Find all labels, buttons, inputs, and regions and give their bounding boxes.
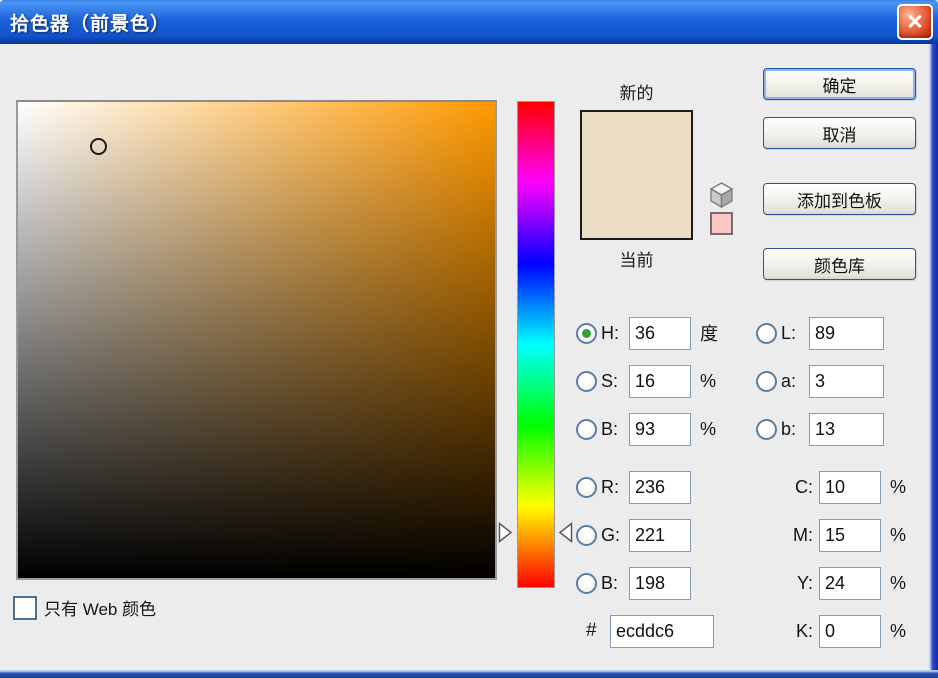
hex-prefix: #: [586, 620, 597, 641]
web-colors-only-label: 只有 Web 颜色: [44, 600, 157, 619]
field-row-g: G:: [576, 517, 691, 553]
b2-input[interactable]: [629, 566, 691, 600]
h-input[interactable]: [629, 316, 691, 350]
r-radio[interactable]: [576, 476, 597, 498]
b-input[interactable]: [629, 412, 691, 446]
c-label: C:: [795, 476, 813, 497]
hue-slider-right-arrow-icon[interactable]: [558, 522, 573, 543]
r-input[interactable]: [629, 470, 691, 504]
h-radio[interactable]: [576, 322, 597, 344]
h-unit: 度: [700, 324, 718, 344]
s-input[interactable]: [629, 364, 691, 398]
lab-b-input[interactable]: [809, 412, 884, 446]
cancel-button[interactable]: 取消: [763, 117, 916, 149]
window-frame-bottom: [0, 670, 938, 678]
field-row-y: Y: %: [756, 565, 906, 601]
k-input[interactable]: [819, 614, 881, 648]
s-label: S:: [601, 370, 619, 391]
c-unit: %: [890, 476, 907, 497]
field-row-s: S: %: [576, 363, 716, 399]
web-colors-only-checkbox[interactable]: [13, 595, 37, 620]
add-to-swatches-button[interactable]: 添加到色板: [763, 183, 916, 215]
k-label: K:: [795, 620, 813, 641]
b2-radio[interactable]: [576, 572, 597, 594]
ok-button[interactable]: 确定: [763, 68, 916, 100]
field-row-lab-b: b:: [756, 411, 884, 447]
b-radio[interactable]: [576, 418, 597, 440]
a-label: a:: [781, 370, 797, 391]
field-row-hex: #: [576, 613, 714, 649]
lab-b-radio[interactable]: [756, 418, 777, 440]
hue-slider[interactable]: [517, 101, 555, 588]
new-color-swatch: [582, 112, 691, 175]
m-input[interactable]: [819, 518, 881, 552]
b2-label: B:: [601, 572, 619, 593]
k-unit: %: [890, 620, 907, 641]
field-row-r: R:: [576, 469, 691, 505]
window-frame-right: [928, 44, 938, 671]
l-label: L:: [781, 322, 797, 343]
hex-input[interactable]: [610, 614, 714, 648]
field-row-b: B: %: [576, 411, 716, 447]
s-radio[interactable]: [576, 370, 597, 392]
saturation-brightness-field[interactable]: [16, 100, 497, 580]
r-label: R:: [601, 476, 619, 497]
a-input[interactable]: [809, 364, 884, 398]
b-unit: %: [700, 418, 717, 439]
current-color-swatch[interactable]: [582, 175, 691, 238]
y-label: Y:: [796, 572, 813, 593]
field-row-h: H: 度: [576, 315, 718, 351]
field-row-m: M: %: [756, 517, 906, 553]
current-color-label: 当前: [619, 251, 654, 270]
y-input[interactable]: [819, 566, 881, 600]
l-radio[interactable]: [756, 322, 777, 344]
b-label: B:: [601, 418, 619, 439]
c-input[interactable]: [819, 470, 881, 504]
y-unit: %: [890, 572, 907, 593]
field-row-a: a:: [756, 363, 884, 399]
g-radio[interactable]: [576, 524, 597, 546]
lab-b-label: b:: [781, 418, 797, 439]
web-colors-only-option[interactable]: 只有 Web 颜色: [13, 595, 156, 620]
s-unit: %: [700, 370, 717, 391]
color-preview-swatch[interactable]: [580, 110, 693, 240]
web-safe-color-swatch[interactable]: [710, 212, 733, 235]
g-input[interactable]: [629, 518, 691, 552]
field-row-l: L:: [756, 315, 884, 351]
not-web-safe-cube-icon[interactable]: [709, 182, 734, 208]
l-input[interactable]: [809, 316, 884, 350]
title-bar[interactable]: 拾色器（前景色） ✕: [0, 0, 938, 44]
radio-dot: [582, 328, 591, 338]
color-field-marker[interactable]: [90, 138, 107, 155]
m-label: M:: [793, 524, 813, 545]
field-row-k: K: %: [756, 613, 906, 649]
field-row-c: C: %: [756, 469, 906, 505]
a-radio[interactable]: [756, 370, 777, 392]
window-title: 拾色器（前景色）: [10, 14, 171, 35]
new-color-label: 新的: [619, 84, 654, 103]
hue-slider-left-arrow-icon[interactable]: [498, 522, 513, 543]
field-row-b2: B:: [576, 565, 691, 601]
m-unit: %: [890, 524, 907, 545]
h-label: H:: [601, 322, 619, 343]
g-label: G:: [601, 524, 621, 545]
close-button[interactable]: ✕: [897, 4, 933, 40]
color-libraries-button[interactable]: 颜色库: [763, 248, 916, 280]
close-icon: ✕: [906, 10, 924, 34]
